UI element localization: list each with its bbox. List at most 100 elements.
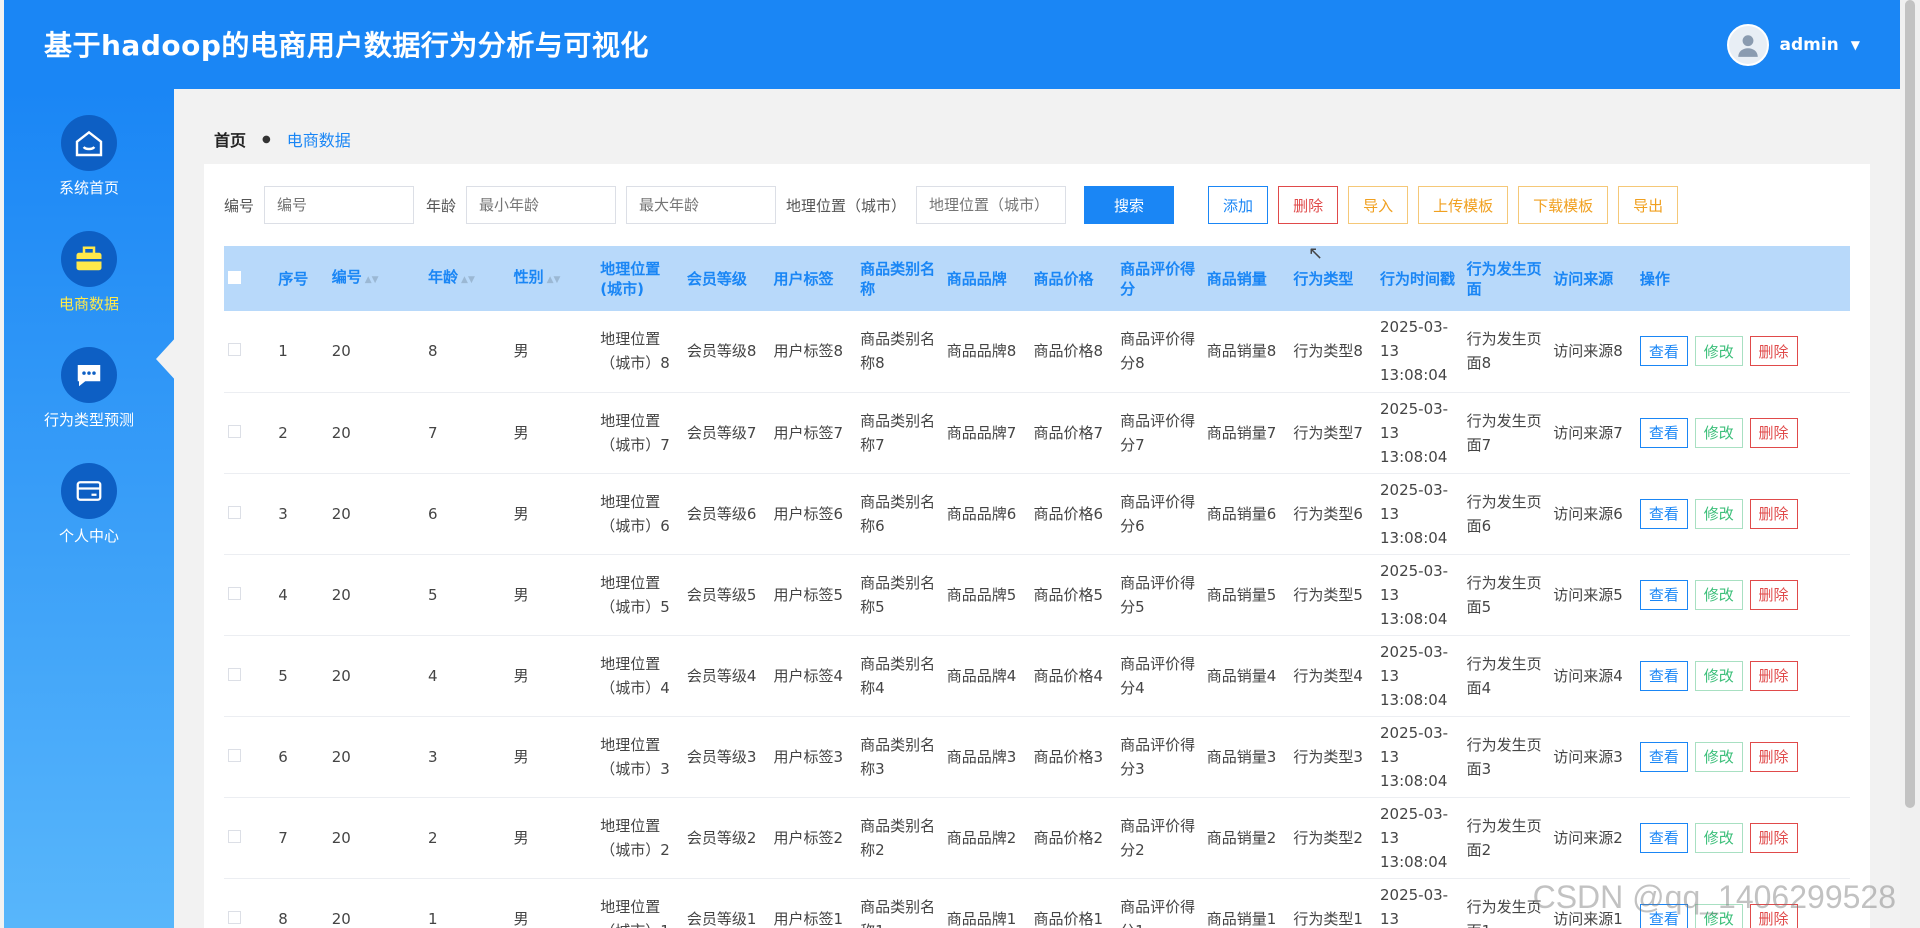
cell-seq: 2 xyxy=(278,423,288,442)
cell-type: 行为类型1 xyxy=(1293,909,1363,928)
view-button[interactable]: 查看 xyxy=(1639,498,1688,529)
cell-brand: 商品品牌5 xyxy=(946,585,1017,604)
edit-button[interactable]: 修改 xyxy=(1694,417,1743,448)
chevron-down-icon[interactable]: ▼ xyxy=(1851,38,1860,52)
export-button[interactable]: 导出 xyxy=(1618,186,1679,224)
cell-source: 访问来源2 xyxy=(1553,828,1623,847)
cell-brand: 商品品牌8 xyxy=(946,342,1017,361)
delete-button[interactable]: 删除 xyxy=(1278,186,1339,224)
cell-location: 地理位置（城市）4 xyxy=(600,654,670,697)
main-content: 首页 ● 电商数据 编号 年龄 地理位置（城市） 搜索 添加 删除 导入 上传模… xyxy=(174,89,1900,928)
chat-icon xyxy=(61,347,117,403)
edit-button[interactable]: 修改 xyxy=(1694,741,1743,772)
search-button[interactable]: 搜索 xyxy=(1084,186,1175,224)
col-header-sortable[interactable]: 编号 ▲▼ xyxy=(328,246,424,311)
import-button[interactable]: 导入 xyxy=(1348,186,1409,224)
cell-source: 访问来源3 xyxy=(1553,747,1623,766)
cell-tag: 用户标签7 xyxy=(773,423,844,442)
delete-row-button[interactable]: 删除 xyxy=(1749,660,1798,691)
col-header: 序号 xyxy=(278,269,309,288)
username[interactable]: admin xyxy=(1779,35,1838,55)
age-max-input[interactable] xyxy=(626,186,777,224)
row-checkbox[interactable] xyxy=(224,392,274,473)
row-actions: 查看 修改 删除 xyxy=(1636,797,1850,878)
delete-row-button[interactable]: 删除 xyxy=(1749,741,1798,772)
home-icon xyxy=(61,115,117,171)
edit-button[interactable]: 修改 xyxy=(1694,336,1743,367)
delete-row-button[interactable]: 删除 xyxy=(1749,417,1798,448)
cell-category: 商品类别名称1 xyxy=(860,897,936,928)
col-header: 商品销量 xyxy=(1206,269,1267,288)
delete-row-button[interactable]: 删除 xyxy=(1749,498,1798,529)
col-header-sortable[interactable]: 性别 ▲▼ xyxy=(510,246,597,311)
download-template-button[interactable]: 下载模板 xyxy=(1518,186,1609,224)
edit-button[interactable]: 修改 xyxy=(1694,498,1743,529)
row-checkbox[interactable] xyxy=(224,878,274,928)
scrollbar-thumb[interactable] xyxy=(1905,0,1915,808)
age-label: 年龄 xyxy=(426,196,457,215)
row-checkbox[interactable] xyxy=(224,473,274,554)
delete-row-button[interactable]: 删除 xyxy=(1749,336,1798,367)
cell-age: 4 xyxy=(428,666,438,685)
cell-level: 会员等级8 xyxy=(686,342,757,361)
view-button[interactable]: 查看 xyxy=(1639,660,1688,691)
age-min-input[interactable] xyxy=(466,186,617,224)
table-row: 3 20 6 男 地理位置（城市）6 会员等级6 用户标签6 商品类别名称6 商品品牌6 商品价格… xyxy=(224,473,1850,554)
cell-type: 行为类型8 xyxy=(1293,342,1363,361)
sidebar-item-home[interactable]: 系统首页 xyxy=(4,115,174,225)
sort-icon[interactable]: ▲▼ xyxy=(365,275,379,285)
edit-button[interactable]: 修改 xyxy=(1694,660,1743,691)
col-header: 行为类型 xyxy=(1293,269,1354,288)
cell-gender: 男 xyxy=(513,585,529,604)
delete-row-button[interactable]: 删除 xyxy=(1749,579,1798,610)
table-row: 6 20 3 男 地理位置（城市）3 会员等级3 用户标签3 商品类别名称3 商品品牌3 商品价格… xyxy=(224,716,1850,797)
sidebar-item-ecommerce-data[interactable]: 电商数据 xyxy=(4,231,174,341)
cell-score: 商品评价得分5 xyxy=(1120,573,1196,616)
sidebar-item-personal-center[interactable]: 个人中心 xyxy=(4,463,174,573)
cell-location: 地理位置（城市）2 xyxy=(600,816,670,859)
cell-category: 商品类别名称7 xyxy=(860,411,936,454)
cell-tag: 用户标签5 xyxy=(773,585,844,604)
breadcrumb-home[interactable]: 首页 xyxy=(214,127,246,151)
cell-id: 20 xyxy=(331,504,351,523)
row-checkbox[interactable] xyxy=(224,554,274,635)
cell-id: 20 xyxy=(331,423,351,442)
row-checkbox[interactable] xyxy=(224,635,274,716)
row-checkbox[interactable] xyxy=(224,716,274,797)
breadcrumb: 首页 ● 电商数据 xyxy=(214,127,351,151)
cell-tag: 用户标签8 xyxy=(773,342,844,361)
edit-button[interactable]: 修改 xyxy=(1694,822,1743,853)
scrollbar[interactable] xyxy=(1900,0,1920,928)
upload-template-button[interactable]: 上传模板 xyxy=(1418,186,1509,224)
cell-level: 会员等级5 xyxy=(686,585,757,604)
cell-price: 商品价格4 xyxy=(1033,666,1103,685)
id-input[interactable] xyxy=(264,186,415,224)
sidebar-item-behavior-prediction[interactable]: 行为类型预测 xyxy=(4,347,174,457)
location-input[interactable] xyxy=(916,186,1067,224)
col-header-sortable[interactable]: 年龄 ▲▼ xyxy=(424,246,510,311)
cell-seq: 1 xyxy=(278,342,288,361)
add-button[interactable]: 添加 xyxy=(1208,186,1269,224)
delete-row-button[interactable]: 删除 xyxy=(1749,822,1798,853)
sort-icon[interactable]: ▲▼ xyxy=(547,275,561,285)
cell-id: 20 xyxy=(331,666,351,685)
cell-time: 2025-03-13 13:08:04 xyxy=(1380,804,1449,871)
cell-level: 会员等级2 xyxy=(686,828,757,847)
edit-button[interactable]: 修改 xyxy=(1694,579,1743,610)
cell-id: 20 xyxy=(331,585,351,604)
cell-brand: 商品品牌3 xyxy=(946,747,1017,766)
view-button[interactable]: 查看 xyxy=(1639,336,1688,367)
sidebar-item-label: 个人中心 xyxy=(58,527,119,545)
row-checkbox[interactable] xyxy=(224,797,274,878)
cell-type: 行为类型4 xyxy=(1293,666,1363,685)
view-button[interactable]: 查看 xyxy=(1639,579,1688,610)
view-button[interactable]: 查看 xyxy=(1639,417,1688,448)
user-menu[interactable]: admin ▼ xyxy=(1727,24,1860,66)
sort-icon[interactable]: ▲▼ xyxy=(461,275,475,285)
select-all-checkbox[interactable] xyxy=(224,246,274,311)
view-button[interactable]: 查看 xyxy=(1639,741,1688,772)
briefcase-icon xyxy=(61,231,117,287)
view-button[interactable]: 查看 xyxy=(1639,822,1688,853)
row-checkbox[interactable] xyxy=(224,311,274,392)
avatar[interactable] xyxy=(1727,24,1770,66)
